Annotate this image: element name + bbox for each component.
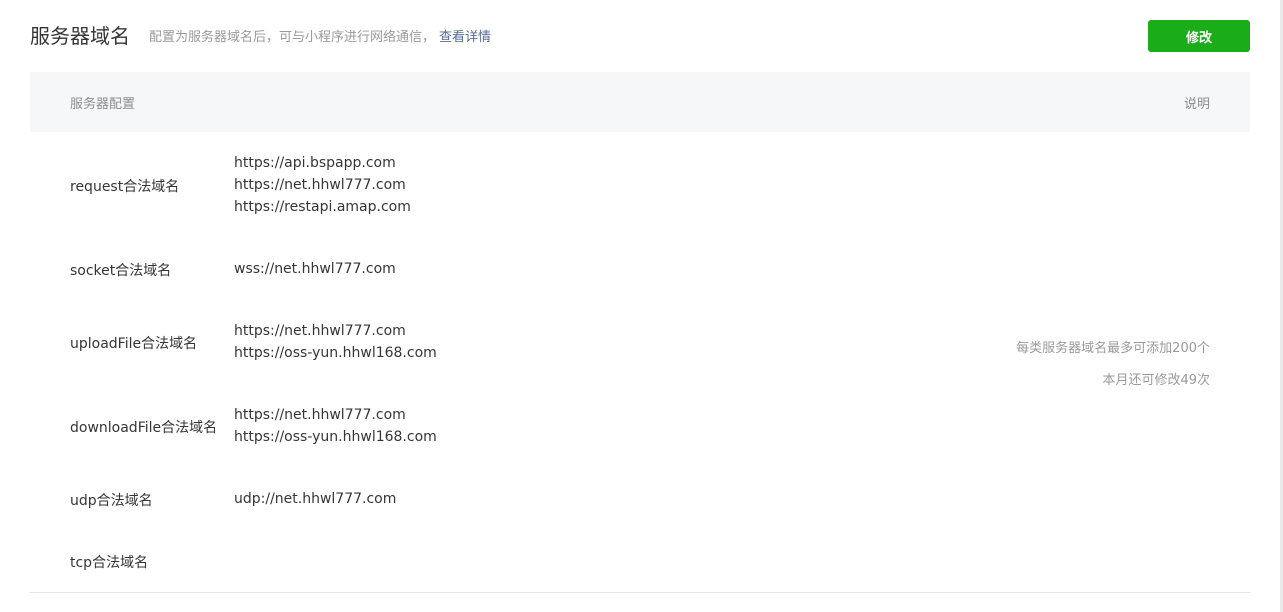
section-header: 服务器域名 配置为服务器域名后，可与小程序进行网络通信， 查看详情 修改 [30, 0, 1250, 72]
domain-limit-note: 每类服务器域名最多可添加200个 [1016, 341, 1210, 356]
domain-value: wss://net.hhwl777.com [234, 261, 396, 277]
column-header-description: 说明 [1183, 97, 1210, 112]
remaining-edits-note: 本月还可修改49次 [1102, 373, 1210, 388]
table-body: request合法域名 https://api.bspapp.com https… [30, 132, 1250, 593]
column-header-config: 服务器配置 [70, 97, 136, 112]
domain-list: https://api.bspapp.com https://net.hhwl7… [234, 152, 411, 218]
domain-list: wss://net.hhwl777.com [234, 258, 396, 280]
row-label: tcp合法域名 [70, 555, 149, 571]
row-label: udp合法域名 [70, 493, 153, 509]
view-details-link[interactable]: 查看详情 [439, 30, 491, 45]
edit-button[interactable]: 修改 [1148, 20, 1250, 52]
domain-value: https://restapi.amap.com [234, 199, 411, 215]
domain-value: https://net.hhwl777.com [234, 323, 406, 339]
description-text: 配置为服务器域名后，可与小程序进行网络通信， [149, 30, 436, 45]
row-label: uploadFile合法域名 [70, 336, 198, 352]
row-label: request合法域名 [70, 179, 180, 195]
row-label: downloadFile合法域名 [70, 420, 218, 436]
domain-list: https://net.hhwl777.com https://oss-yun.… [234, 404, 437, 448]
row-label: socket合法域名 [70, 263, 172, 279]
domain-value: https://api.bspapp.com [234, 155, 396, 171]
domain-value: https://net.hhwl777.com [234, 407, 406, 423]
section-description: 配置为服务器域名后，可与小程序进行网络通信， 查看详情 [149, 29, 491, 47]
domain-value: https://oss-yun.hhwl168.com [234, 429, 437, 445]
domain-value: https://oss-yun.hhwl168.com [234, 345, 437, 361]
domain-value: https://net.hhwl777.com [234, 177, 406, 193]
domain-list: https://net.hhwl777.com https://oss-yun.… [234, 320, 437, 364]
domain-value: udp://net.hhwl777.com [234, 491, 397, 507]
page-title: 服务器域名 [30, 24, 130, 48]
domain-list: udp://net.hhwl777.com [234, 488, 396, 510]
table-header: 服务器配置 说明 [30, 72, 1250, 132]
server-domain-table: 服务器配置 说明 request合法域名 https://api.bspapp.… [30, 72, 1250, 593]
